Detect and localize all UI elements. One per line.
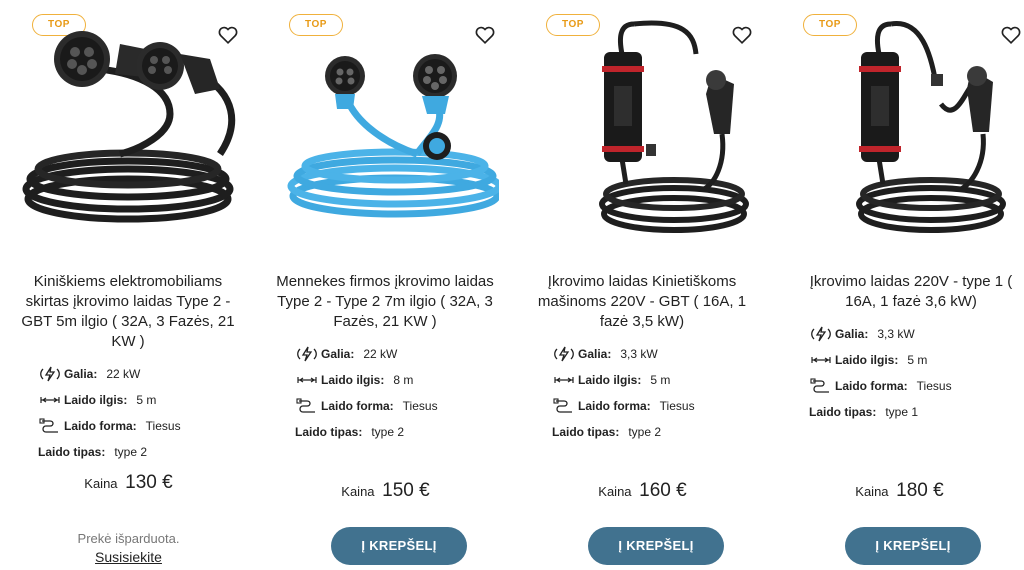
spec-value: Tiesus xyxy=(659,399,695,413)
spec-type: Laido tipas: type 2 xyxy=(295,419,438,445)
add-to-cart-button[interactable]: Į KREPŠELĮ xyxy=(588,527,724,565)
length-icon xyxy=(38,390,64,410)
product-price: Kaina 130 € xyxy=(0,472,257,494)
product-card: TOP Mennekes firmos įkrovimo laidas Type… xyxy=(257,0,514,570)
spec-type: Laido tipas: type 2 xyxy=(38,439,181,465)
spec-value: type 2 xyxy=(628,425,662,439)
spec-shape: Laido forma: Tiesus xyxy=(809,373,952,399)
price-label: Kaina xyxy=(598,484,632,499)
product-title[interactable]: Įkrovimo laidas Kinietiškoms mašinoms 22… xyxy=(528,272,756,332)
spec-value: 5 m xyxy=(907,353,928,367)
length-icon xyxy=(295,370,321,390)
spec-label: Galia: xyxy=(578,347,612,361)
power-icon xyxy=(552,344,578,364)
product-card: TOP Kiniškiems elektromobiliams skirtas … xyxy=(0,0,257,570)
product-image[interactable] xyxy=(277,14,499,254)
spec-value: Tiesus xyxy=(916,379,952,393)
price-label: Kaina xyxy=(341,484,375,499)
spec-shape: Laido forma: Tiesus xyxy=(38,413,181,439)
contact-link[interactable]: Susisiekite xyxy=(0,548,257,566)
cable-shape-icon xyxy=(38,416,64,436)
product-specs: Galia: 22 kW Laido ilgis: 5 m Laido form… xyxy=(38,361,181,465)
spec-power: Galia: 22 kW xyxy=(38,361,181,387)
spec-label: Laido tipas: xyxy=(295,425,363,439)
spec-value: 8 m xyxy=(393,373,414,387)
spec-shape: Laido forma: Tiesus xyxy=(295,393,438,419)
spec-value: 5 m xyxy=(136,393,157,407)
product-price: Kaina 180 € xyxy=(771,480,1024,502)
price-amount: 130 € xyxy=(125,472,173,493)
spec-value: 5 m xyxy=(650,373,671,387)
spec-length: Laido ilgis: 5 m xyxy=(38,387,181,413)
spec-value: type 2 xyxy=(114,445,148,459)
spec-label: Laido tipas: xyxy=(552,425,620,439)
product-specs: Galia: 22 kW Laido ilgis: 8 m Laido form… xyxy=(295,341,438,445)
price-label: Kaina xyxy=(855,484,889,499)
spec-label: Galia: xyxy=(64,367,98,381)
spec-shape: Laido forma: Tiesus xyxy=(552,393,695,419)
spec-value: Tiesus xyxy=(145,419,181,433)
spec-length: Laido ilgis: 8 m xyxy=(295,367,438,393)
spec-value: 22 kW xyxy=(106,367,141,381)
product-price: Kaina 150 € xyxy=(257,480,514,502)
length-icon xyxy=(552,370,578,390)
product-title[interactable]: Mennekes firmos įkrovimo laidas Type 2 -… xyxy=(271,272,499,332)
spec-label: Laido ilgis: xyxy=(64,393,128,407)
spec-label: Laido forma: xyxy=(578,399,651,413)
spec-type: Laido tipas: type 2 xyxy=(552,419,695,445)
spec-label: Laido forma: xyxy=(321,399,394,413)
product-title[interactable]: Įkrovimo laidas 220V - type 1 ( 16A, 1 f… xyxy=(797,272,1024,312)
product-grid: TOP Kiniškiems elektromobiliams skirtas … xyxy=(0,0,1024,570)
spec-power: Galia: 3,3 kW xyxy=(552,341,695,367)
spec-label: Laido ilgis: xyxy=(321,373,385,387)
price-label: Kaina xyxy=(84,476,118,491)
spec-label: Laido ilgis: xyxy=(578,373,642,387)
spec-value: 3,3 kW xyxy=(620,347,658,361)
spec-label: Laido forma: xyxy=(64,419,137,433)
length-icon xyxy=(809,350,835,370)
product-title[interactable]: Kiniškiems elektromobiliams skirtas įkro… xyxy=(14,272,242,352)
product-specs: Galia: 3,3 kW Laido ilgis: 5 m Laido for… xyxy=(809,321,952,425)
product-image[interactable] xyxy=(534,14,756,254)
power-icon xyxy=(809,324,835,344)
spec-type: Laido tipas: type 1 xyxy=(809,399,952,425)
spec-label: Galia: xyxy=(321,347,355,361)
product-card: TOP Įkrovimo laidas Kinietiškoms mašinom… xyxy=(514,0,771,570)
price-amount: 160 € xyxy=(639,480,687,501)
add-to-cart-button[interactable]: Į KREPŠELĮ xyxy=(845,527,981,565)
spec-label: Laido tipas: xyxy=(809,405,877,419)
spec-label: Galia: xyxy=(835,327,869,341)
spec-length: Laido ilgis: 5 m xyxy=(552,367,695,393)
cable-shape-icon xyxy=(295,396,321,416)
add-to-cart-button[interactable]: Į KREPŠELĮ xyxy=(331,527,467,565)
cable-shape-icon xyxy=(552,396,578,416)
product-specs: Galia: 3,3 kW Laido ilgis: 5 m Laido for… xyxy=(552,341,695,445)
sold-out-notice: Prekė išparduota. Susisiekite xyxy=(0,530,257,566)
spec-value: 22 kW xyxy=(363,347,398,361)
spec-power: Galia: 22 kW xyxy=(295,341,438,367)
spec-value: 3,3 kW xyxy=(877,327,915,341)
spec-label: Laido tipas: xyxy=(38,445,106,459)
sold-out-text: Prekė išparduota. xyxy=(77,531,180,546)
spec-value: type 2 xyxy=(371,425,405,439)
spec-power: Galia: 3,3 kW xyxy=(809,321,952,347)
price-amount: 180 € xyxy=(896,480,944,501)
product-card: TOP Įkrovimo laidas 220V - type 1 ( 16A,… xyxy=(771,0,1024,570)
price-amount: 150 € xyxy=(382,480,430,501)
power-icon xyxy=(295,344,321,364)
cable-shape-icon xyxy=(809,376,835,396)
spec-length: Laido ilgis: 5 m xyxy=(809,347,952,373)
product-price: Kaina 160 € xyxy=(514,480,771,502)
product-image[interactable] xyxy=(791,14,1013,254)
spec-value: type 1 xyxy=(885,405,919,419)
spec-value: Tiesus xyxy=(402,399,438,413)
power-icon xyxy=(38,364,64,384)
product-image[interactable] xyxy=(20,14,242,254)
spec-label: Laido ilgis: xyxy=(835,353,899,367)
spec-label: Laido forma: xyxy=(835,379,908,393)
